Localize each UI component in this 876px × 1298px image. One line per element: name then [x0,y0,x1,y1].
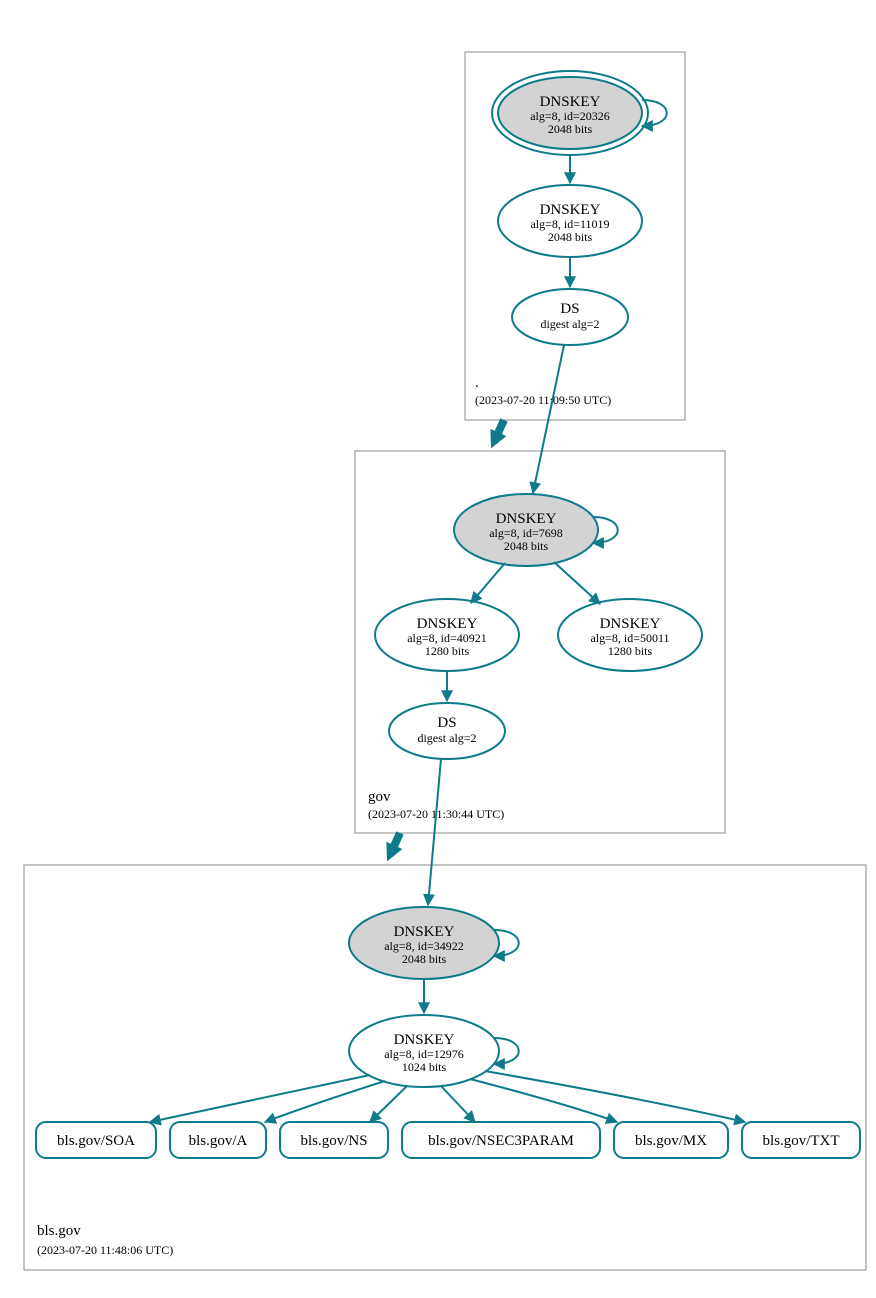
svg-text:bls.gov/TXT: bls.gov/TXT [762,1133,839,1149]
svg-text:alg=8, id=7698: alg=8, id=7698 [489,526,563,540]
svg-text:DNSKEY: DNSKEY [540,202,601,218]
svg-text:alg=8, id=11019: alg=8, id=11019 [530,217,609,231]
svg-text:alg=8, id=50011: alg=8, id=50011 [590,631,669,645]
svg-text:2048 bits: 2048 bits [548,230,593,244]
node-bls-zsk: DNSKEY alg=8, id=12976 1024 bits [349,1015,499,1087]
svg-text:2048 bits: 2048 bits [548,122,593,136]
svg-text:DNSKEY: DNSKEY [540,94,601,110]
edge-root-to-gov-zone [494,420,504,442]
svg-text:bls.gov/MX: bls.gov/MX [635,1133,707,1149]
svg-text:bls.gov/NSEC3PARAM: bls.gov/NSEC3PARAM [428,1133,574,1149]
svg-text:2048 bits: 2048 bits [402,952,447,966]
svg-text:DNSKEY: DNSKEY [394,1032,455,1048]
record-ns: bls.gov/NS [280,1122,388,1158]
record-a: bls.gov/A [170,1122,266,1158]
svg-text:bls.gov/A: bls.gov/A [189,1133,248,1149]
zone-blsgov-label: bls.gov [37,1223,81,1239]
zone-root-timestamp: (2023-07-20 11:09:50 UTC) [475,393,611,407]
svg-text:1024 bits: 1024 bits [402,1060,447,1074]
zone-root-label: . [475,375,479,391]
node-gov-ds: DS digest alg=2 [389,703,505,759]
svg-text:DNSKEY: DNSKEY [496,511,557,527]
svg-text:alg=8, id=34922: alg=8, id=34922 [384,939,464,953]
edge-zsk-txt [485,1071,745,1122]
record-mx: bls.gov/MX [614,1122,728,1158]
node-root-ksk: DNSKEY alg=8, id=20326 2048 bits [492,71,648,155]
svg-text:DS: DS [437,715,456,731]
edge-zsk-ns [370,1086,407,1122]
svg-text:digest alg=2: digest alg=2 [417,731,476,745]
svg-text:bls.gov/NS: bls.gov/NS [300,1133,367,1149]
record-txt: bls.gov/TXT [742,1122,860,1158]
edge-zsk-mx [470,1079,617,1122]
svg-text:DNSKEY: DNSKEY [600,616,661,632]
svg-text:alg=8, id=12976: alg=8, id=12976 [384,1047,464,1061]
edge-root-ds-gov-ksk [533,345,564,493]
node-root-zsk: DNSKEY alg=8, id=11019 2048 bits [498,185,642,257]
svg-text:alg=8, id=40921: alg=8, id=40921 [407,631,487,645]
node-gov-ksk: DNSKEY alg=8, id=7698 2048 bits [454,494,598,566]
record-soa: bls.gov/SOA [36,1122,156,1158]
node-bls-ksk: DNSKEY alg=8, id=34922 2048 bits [349,907,499,979]
zone-gov-label: gov [368,789,391,805]
svg-text:2048 bits: 2048 bits [504,539,549,553]
edge-zsk-nsec3 [441,1086,475,1122]
svg-text:digest alg=2: digest alg=2 [540,317,599,331]
edge-gov-ksk-zsk2 [554,562,600,604]
edge-zsk-a [265,1081,385,1122]
svg-text:1280 bits: 1280 bits [608,644,653,658]
node-gov-zsk1: DNSKEY alg=8, id=40921 1280 bits [375,599,519,671]
svg-text:1280 bits: 1280 bits [425,644,470,658]
svg-text:DNSKEY: DNSKEY [394,924,455,940]
edge-gov-ksk-zsk1 [471,563,505,603]
svg-text:bls.gov/SOA: bls.gov/SOA [57,1133,135,1149]
edge-gov-to-bls-zone [390,833,400,855]
record-nsec3param: bls.gov/NSEC3PARAM [402,1122,600,1158]
svg-text:DS: DS [560,301,579,317]
node-gov-zsk2: DNSKEY alg=8, id=50011 1280 bits [558,599,702,671]
svg-text:DNSKEY: DNSKEY [417,616,478,632]
edge-zsk-soa [150,1075,370,1122]
svg-text:alg=8, id=20326: alg=8, id=20326 [530,109,610,123]
node-root-ds: DS digest alg=2 [512,289,628,345]
zone-blsgov-timestamp: (2023-07-20 11:48:06 UTC) [37,1243,173,1257]
edge-gov-ds-bls-ksk [428,759,441,905]
